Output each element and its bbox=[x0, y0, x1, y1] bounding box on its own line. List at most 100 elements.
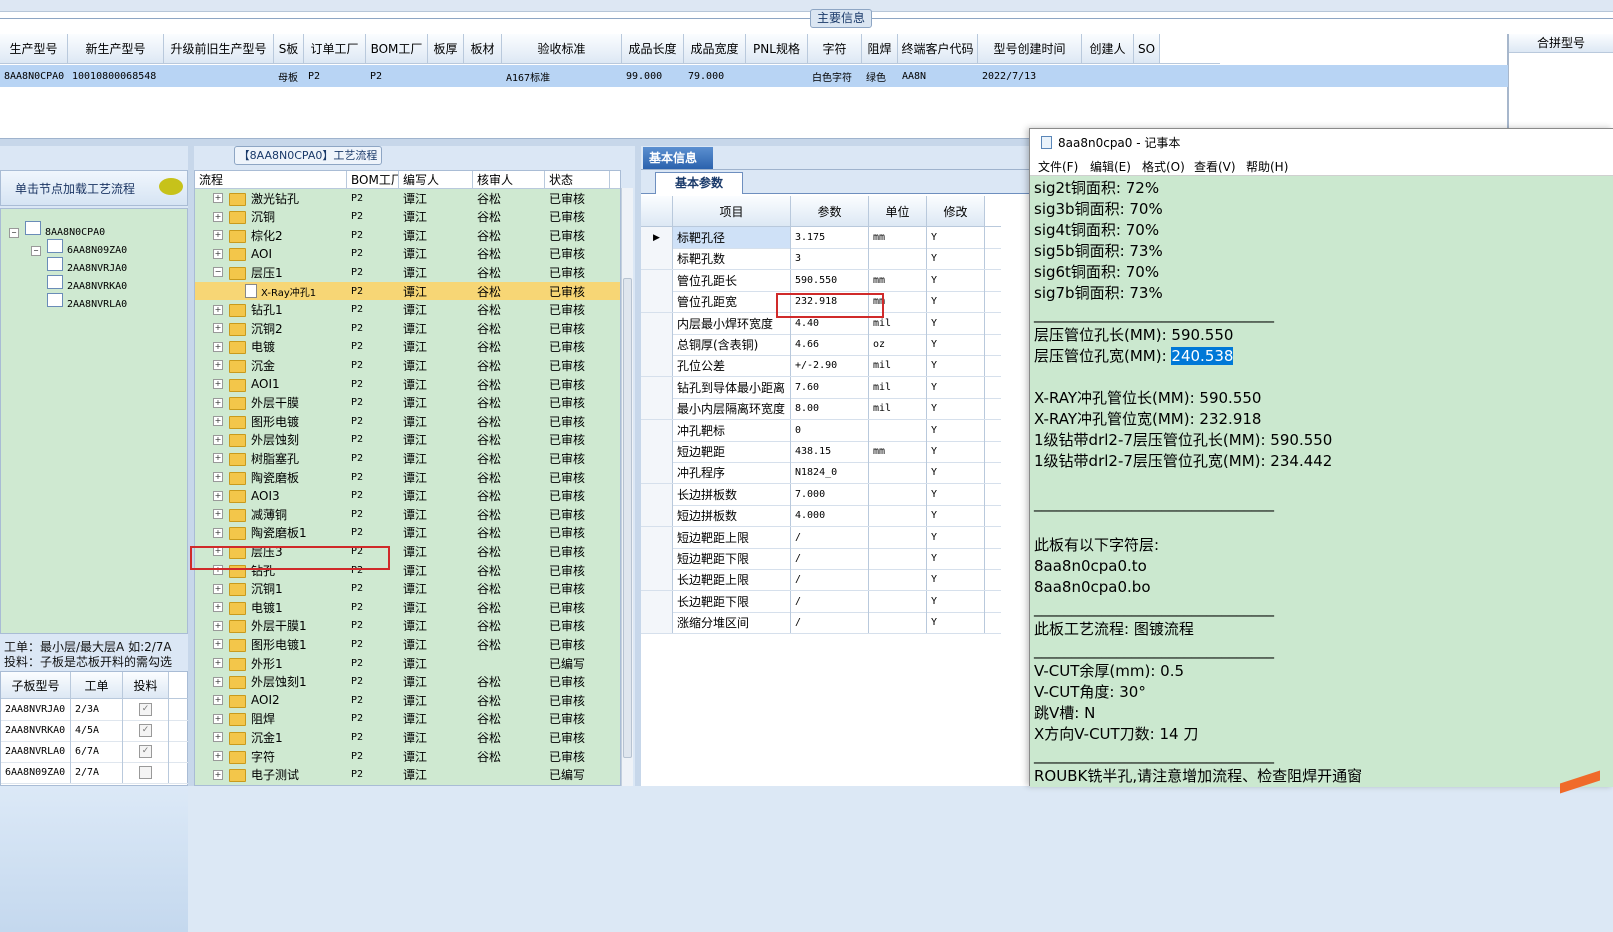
row-indicator[interactable] bbox=[641, 312, 673, 334]
main-info-col-header[interactable]: 成品长度 bbox=[622, 34, 684, 63]
process-status-cell[interactable]: 已审核 bbox=[545, 449, 610, 467]
basic-value-cell[interactable]: 3.175 bbox=[791, 227, 869, 248]
basic-row[interactable]: 最小内层隔离环宽度 8.00 mil Y bbox=[641, 398, 1001, 421]
basic-col-header[interactable]: 修改 bbox=[927, 196, 985, 226]
process-row[interactable]: − 层压1 P2 谭江 谷松 已审核 bbox=[195, 263, 620, 281]
sub-order-cell[interactable]: 2/3A bbox=[71, 699, 123, 720]
main-info-cell[interactable] bbox=[428, 65, 464, 87]
sub-col-header[interactable]: 工单 bbox=[71, 672, 123, 698]
process-row[interactable]: + 阻焊 P2 谭江 谷松 已审核 bbox=[195, 710, 620, 728]
expand-icon[interactable]: + bbox=[213, 211, 223, 222]
process-reviewer-cell[interactable]: 谷松 bbox=[473, 673, 545, 691]
process-status-cell[interactable]: 已审核 bbox=[545, 617, 610, 635]
row-indicator[interactable] bbox=[641, 291, 673, 313]
expand-icon[interactable]: − bbox=[213, 267, 223, 278]
basic-item-cell[interactable]: 内层最小焊环宽度 bbox=[673, 312, 791, 334]
process-name-cell[interactable]: + 外层干膜1 bbox=[195, 617, 347, 635]
process-scroll-thumb[interactable] bbox=[623, 278, 632, 758]
process-row[interactable]: + 树脂塞孔 P2 谭江 谷松 已审核 bbox=[195, 449, 620, 467]
process-bom-cell[interactable]: P2 bbox=[347, 282, 399, 300]
row-indicator[interactable] bbox=[641, 569, 673, 591]
process-writer-cell[interactable]: 谭江 bbox=[399, 431, 473, 449]
sub-col-header[interactable]: 投料 bbox=[123, 672, 169, 698]
basic-row[interactable]: 短边靶距上限 / Y bbox=[641, 526, 1001, 549]
expand-icon[interactable]: + bbox=[213, 360, 223, 371]
main-info-cell[interactable]: A167标准 bbox=[502, 65, 622, 87]
notepad-titlebar[interactable]: 8aa8n0cpa0 - 记事本 bbox=[1030, 129, 1613, 155]
basic-unit-cell[interactable]: mm bbox=[869, 227, 927, 248]
process-reviewer-cell[interactable]: 谷松 bbox=[473, 449, 545, 467]
process-bom-cell[interactable]: P2 bbox=[347, 375, 399, 393]
process-reviewer-cell[interactable]: 谷松 bbox=[473, 282, 545, 300]
process-writer-cell[interactable]: 谭江 bbox=[399, 375, 473, 393]
expand-icon[interactable]: + bbox=[213, 397, 223, 408]
basic-unit-cell[interactable]: mm bbox=[869, 269, 927, 291]
expand-icon[interactable]: + bbox=[213, 490, 223, 501]
expand-icon[interactable]: + bbox=[213, 472, 223, 482]
process-name-cell[interactable]: + AOI1 bbox=[195, 375, 347, 393]
process-row[interactable]: + 图形电镀 P2 谭江 谷松 已审核 bbox=[195, 412, 620, 430]
process-writer-cell[interactable]: 谭江 bbox=[399, 226, 473, 244]
process-status-cell[interactable]: 已审核 bbox=[545, 468, 610, 486]
expand-icon[interactable]: + bbox=[213, 453, 223, 464]
process-row[interactable]: + 减薄铜 P2 谭江 谷松 已审核 bbox=[195, 505, 620, 523]
basic-value-cell[interactable]: 3 bbox=[791, 248, 869, 270]
expand-icon[interactable]: + bbox=[213, 248, 223, 259]
row-indicator[interactable] bbox=[641, 462, 673, 484]
basic-value-cell[interactable]: N1824_0 bbox=[791, 462, 869, 484]
notepad-menu-item[interactable]: 文件(F) bbox=[1038, 158, 1078, 175]
main-info-cell[interactable] bbox=[164, 65, 274, 87]
sub-row[interactable]: 2AA8NVRJA0 2/3A ✓ bbox=[1, 699, 189, 721]
process-reviewer-cell[interactable]: 谷松 bbox=[473, 561, 545, 579]
process-reviewer-cell[interactable]: 谷松 bbox=[473, 487, 545, 505]
basic-value-cell[interactable]: 438.15 bbox=[791, 441, 869, 462]
basic-item-cell[interactable]: 孔位公差 bbox=[673, 355, 791, 377]
process-bom-cell[interactable]: P2 bbox=[347, 487, 399, 505]
process-name-cell[interactable]: + 棕化2 bbox=[195, 226, 347, 244]
process-writer-cell[interactable]: 谭江 bbox=[399, 561, 473, 579]
process-status-cell[interactable]: 已审核 bbox=[545, 431, 610, 449]
notepad-menu-item[interactable]: 格式(O) bbox=[1142, 158, 1185, 175]
process-row[interactable]: X-Ray冲孔1 P2 谭江 谷松 已审核 bbox=[195, 282, 620, 300]
expand-icon[interactable]: + bbox=[213, 323, 223, 334]
main-info-col-header[interactable]: 订单工厂 bbox=[304, 34, 366, 63]
process-status-cell[interactable]: 已审核 bbox=[545, 338, 610, 356]
main-info-cell[interactable] bbox=[1082, 65, 1134, 87]
process-bom-cell[interactable]: P2 bbox=[347, 598, 399, 616]
process-row[interactable]: + 外层干膜 P2 谭江 谷松 已审核 bbox=[195, 394, 620, 412]
basic-item-cell[interactable]: 长边靶距下限 bbox=[673, 590, 791, 612]
process-writer-cell[interactable]: 谭江 bbox=[399, 245, 473, 263]
main-info-cell[interactable]: AA8N bbox=[898, 65, 978, 87]
expand-icon[interactable]: + bbox=[213, 751, 223, 761]
process-name-cell[interactable]: + 外层干膜 bbox=[195, 394, 347, 412]
process-reviewer-cell[interactable]: 谷松 bbox=[473, 319, 545, 337]
basic-unit-cell[interactable] bbox=[869, 590, 927, 612]
process-writer-cell[interactable]: 谭江 bbox=[399, 766, 473, 784]
process-col-header[interactable]: 状态 bbox=[545, 171, 610, 188]
process-name-cell[interactable]: + 电子测试 bbox=[195, 766, 347, 784]
process-reviewer-cell[interactable]: 谷松 bbox=[473, 226, 545, 244]
sub-feed-cell[interactable]: ✓ bbox=[123, 699, 169, 720]
basic-mod-cell[interactable]: Y bbox=[927, 291, 985, 313]
row-indicator[interactable] bbox=[641, 548, 673, 569]
basic-mod-cell[interactable]: Y bbox=[927, 526, 985, 548]
sub-order-cell[interactable]: 6/7A bbox=[71, 741, 123, 762]
basic-item-cell[interactable]: 最小内层隔离环宽度 bbox=[673, 398, 791, 420]
process-status-cell[interactable]: 已审核 bbox=[545, 263, 610, 281]
process-writer-cell[interactable]: 谭江 bbox=[399, 412, 473, 430]
row-indicator[interactable] bbox=[641, 483, 673, 505]
process-name-cell[interactable]: + 陶瓷磨板1 bbox=[195, 524, 347, 542]
sub-col-header[interactable]: 子板型号 bbox=[1, 672, 71, 698]
basic-unit-cell[interactable] bbox=[869, 526, 927, 548]
process-bom-cell[interactable]: P2 bbox=[347, 710, 399, 728]
process-status-cell[interactable]: 已审核 bbox=[545, 561, 610, 579]
basic-mod-cell[interactable]: Y bbox=[927, 612, 985, 634]
process-bom-cell[interactable]: P2 bbox=[347, 654, 399, 672]
process-bom-cell[interactable]: P2 bbox=[347, 747, 399, 765]
process-name-cell[interactable]: + 外层蚀刻1 bbox=[195, 673, 347, 691]
basic-row[interactable]: 冲孔靶标 0 Y bbox=[641, 419, 1001, 442]
expand-icon[interactable]: + bbox=[213, 676, 223, 687]
process-name-cell[interactable]: + 阻焊 bbox=[195, 710, 347, 728]
main-info-cell[interactable]: 白色字符 bbox=[808, 65, 862, 87]
process-row[interactable]: + 陶瓷磨板 P2 谭江 谷松 已审核 bbox=[195, 468, 620, 486]
